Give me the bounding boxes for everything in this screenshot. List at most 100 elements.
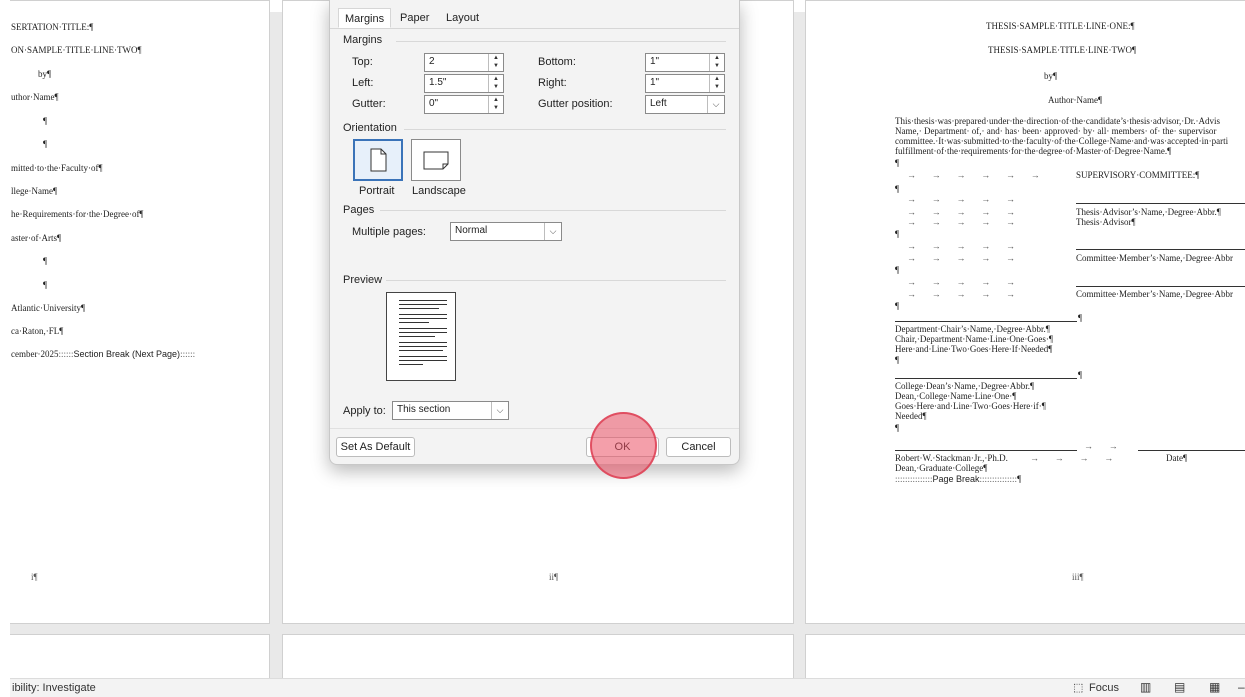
tab-paper[interactable]: Paper [394,8,435,28]
separator [380,210,726,211]
document-canvas: SERTATION·TITLE:¶ ON·SAMPLE·TITLE·LINE·T… [0,0,1245,697]
chair-line: Chair,·Department·Name·Line·One·Goes·¶ [895,334,1053,344]
left-label: Left: [352,77,374,89]
cancel-button[interactable]: Cancel [666,437,731,457]
separator [396,41,726,42]
top-label: Top: [352,56,373,68]
page1-line: by¶ [38,69,52,79]
author-name: Author·Name¶ [1048,95,1103,105]
apply-to-select[interactable]: This section ⌵ [392,401,509,420]
preview-line [399,314,447,315]
page1-line: cember·2025::::::Section Break (Next Pag… [11,349,196,359]
paragraph-line: fulfillment·of·the·requirements·for·the·… [895,146,1172,156]
tab-arrows: → → → → → [907,277,1015,287]
advisor-name: Thesis·Advisor’s·Name,·Degree·Abbr.¶ [1076,207,1221,217]
tab-margins[interactable]: Margins [338,8,392,28]
pilcrow: ¶ [895,301,900,311]
signature-line [895,450,1077,451]
zoom-slider-icon[interactable]: – [1238,680,1245,694]
page1-line: ¶ [43,280,48,290]
pilcrow: ¶ [895,229,900,239]
page1-line: ¶ [43,139,48,149]
landscape-label: Landscape [412,185,466,197]
page-number: i¶ [31,572,38,582]
page1-line: he·Requirements·for·the·Degree·of¶ [11,209,144,219]
left-edge [0,0,10,697]
preview-line [399,336,435,337]
page-number: ii¶ [549,572,559,582]
dean-line: College·Dean’s·Name,·Degree·Abbr.¶ [895,381,1035,391]
preview-line [399,308,439,309]
web-layout-icon[interactable]: ▦ [1209,680,1220,694]
page1-line: ¶ [43,116,48,126]
preview-thumbnail [386,292,456,381]
gutter-position-value: Left [650,98,667,109]
apply-to-label: Apply to: [343,405,386,417]
signature-line [1138,450,1245,451]
bottom-margin-input[interactable]: 1" ▲ ▼ [645,53,725,72]
page-setup-dialog: Margins Paper Layout Margins Top: 2 ▲ ▼ B… [329,0,740,465]
page1-line: Atlantic·University¶ [11,303,86,313]
gutter-position-select[interactable]: Left ⌵ [645,95,725,114]
dean-line: Dean,·College·Name·Line·One·¶ [895,391,1017,401]
gutter-position-label: Gutter position: [538,98,613,110]
portrait-button[interactable] [353,139,403,181]
set-as-default-button[interactable]: Set As Default [336,437,415,457]
spinner-icon[interactable]: ▲ ▼ [709,75,724,92]
chair-line: Department·Chair’s·Name,·Degree·Abbr.¶ [895,324,1050,334]
click-highlight [590,412,657,479]
tab-arrows: → → → → → [907,217,1015,227]
gutter-value: 0" [429,98,439,109]
multiple-pages-value: Normal [455,225,488,236]
signature-line [895,378,1077,379]
page1-date: cember·2025 [11,349,59,359]
preview-line [399,360,447,361]
preview-group-label: Preview [343,274,383,286]
apply-to-value: This section [397,404,451,415]
signature-line [895,321,1077,322]
print-layout-icon[interactable]: ▤ [1174,680,1185,694]
accessibility-status[interactable]: ibility: Investigate [12,682,96,694]
landscape-icon [423,151,449,170]
chair-line: Here·and·Line·Two·Goes·Here·If·Needed¶ [895,344,1053,354]
page1-line: ¶ [43,256,48,266]
committee-member: Committee·Member’s·Name,·Degree·Abbr [1076,289,1234,299]
pilcrow: ¶ [895,158,900,168]
focus-icon[interactable]: ⬚ [1073,681,1083,694]
right-label: Right: [538,77,567,89]
tab-arrows: → → → → → → [907,170,1040,180]
preview-line [399,300,447,301]
spinner-icon[interactable]: ▲ ▼ [488,54,503,71]
paragraph-line: Name,· Department· of,· and· has· been· … [895,126,1217,136]
preview-line [399,342,447,343]
right-margin-input[interactable]: 1" ▲ ▼ [645,74,725,93]
by-line: by¶ [1044,71,1058,81]
signer-title: Dean,·Graduate·College¶ [895,463,988,473]
pilcrow: ¶ [895,265,900,275]
page-1[interactable]: SERTATION·TITLE:¶ ON·SAMPLE·TITLE·LINE·T… [0,0,270,624]
top-margin-input[interactable]: 2 ▲ ▼ [424,53,504,72]
landscape-button[interactable] [411,139,461,181]
multiple-pages-select[interactable]: Normal ⌵ [450,222,562,241]
page-3[interactable]: THESIS·SAMPLE·TITLE·LINE·ONE:¶ THESIS·SA… [805,0,1245,624]
tab-arrows: → → → → → [907,194,1015,204]
left-margin-input[interactable]: 1.5" ▲ ▼ [424,74,504,93]
separator [386,280,726,281]
spinner-icon[interactable]: ▲ ▼ [488,75,503,92]
tab-arrows: → → → → [1030,453,1114,463]
page1-line: ca·Raton,·FL¶ [11,326,64,336]
page1-line: uthor·Name¶ [11,92,59,102]
portrait-icon [370,148,387,172]
preview-line [399,328,447,329]
preview-line [399,346,447,347]
preview-line [399,318,447,319]
gutter-input[interactable]: 0" ▲ ▼ [424,95,504,114]
focus-button[interactable]: Focus [1089,682,1119,694]
orientation-group-label: Orientation [343,122,397,134]
spinner-icon[interactable]: ▲ ▼ [488,96,503,113]
tab-layout[interactable]: Layout [440,8,485,28]
page1-line: llege·Name¶ [11,186,58,196]
spinner-icon[interactable]: ▲ ▼ [709,54,724,71]
page1-line: mitted·to·the·Faculty·of¶ [11,163,103,173]
read-mode-icon[interactable]: ▥ [1140,680,1151,694]
